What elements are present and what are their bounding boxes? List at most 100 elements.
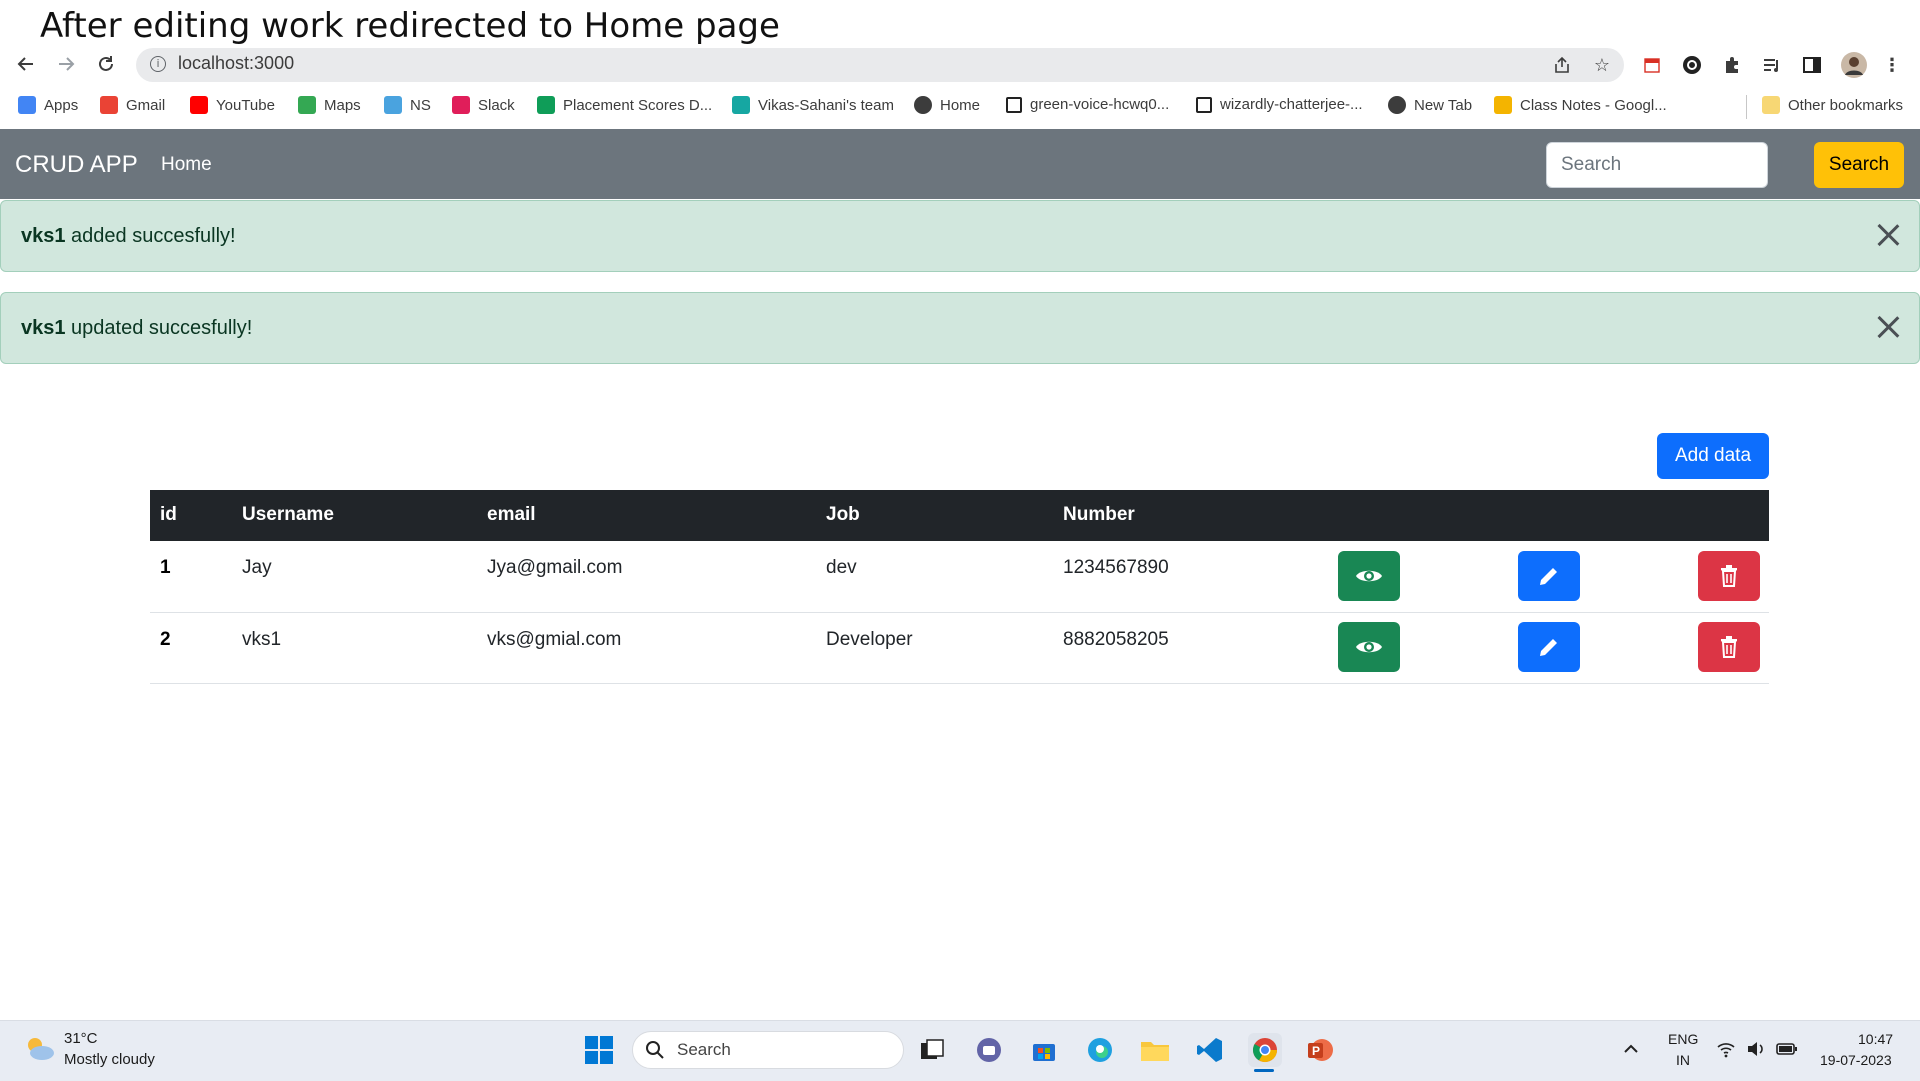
bookmark-item[interactable]: green-voice-hcwq0...: [1006, 96, 1169, 113]
wifi-icon[interactable]: [1716, 1040, 1736, 1058]
delete-button[interactable]: [1698, 622, 1760, 672]
row-divider: [150, 683, 1769, 684]
chrome-icon[interactable]: [1248, 1033, 1282, 1067]
edge-browser-icon[interactable]: [1083, 1033, 1117, 1067]
delete-button[interactable]: [1698, 551, 1760, 601]
cell-username: Jay: [242, 557, 272, 578]
trash-icon: [1721, 636, 1737, 658]
close-icon[interactable]: [1872, 311, 1904, 343]
bookmark-item[interactable]: New Tab: [1388, 96, 1472, 114]
bookmark-favicon-icon: [1006, 96, 1022, 113]
share-icon[interactable]: [1550, 53, 1574, 77]
weather-cloud-icon[interactable]: [22, 1033, 56, 1063]
extension-calendar-icon[interactable]: [1640, 53, 1664, 77]
close-icon[interactable]: [1872, 219, 1904, 251]
clock-time[interactable]: 10:47: [1858, 1031, 1893, 1047]
bookmark-item[interactable]: Class Notes - Googl...: [1494, 96, 1667, 114]
bookmark-item[interactable]: Gmail: [100, 96, 165, 114]
alert-message: updated succesfully!: [65, 317, 253, 339]
bookmark-favicon-icon: [914, 96, 932, 114]
bookmark-favicon-icon: [1494, 96, 1512, 114]
language-line1[interactable]: ENG: [1668, 1031, 1698, 1047]
star-icon[interactable]: ☆: [1590, 53, 1614, 77]
microsoft-store-icon[interactable]: [1027, 1033, 1061, 1067]
alert-message: added succesfully!: [65, 225, 236, 247]
arrow-left-icon: [17, 57, 33, 71]
search-input[interactable]: [1546, 142, 1768, 188]
extension-circle-icon[interactable]: [1680, 53, 1704, 77]
other-bookmarks-label: Other bookmarks: [1788, 96, 1904, 114]
side-panel-icon[interactable]: [1800, 53, 1824, 77]
bookmark-item[interactable]: Slack: [452, 96, 515, 114]
bookmark-label: green-voice-hcwq0...: [1030, 96, 1170, 113]
col-header-id: id: [160, 504, 177, 525]
alert-username: vks1: [21, 225, 66, 247]
bookmark-item[interactable]: Maps: [298, 96, 361, 114]
edit-button[interactable]: [1518, 551, 1580, 601]
alert-updated: [0, 292, 1920, 364]
extensions-puzzle-icon[interactable]: [1720, 53, 1744, 77]
volume-icon[interactable]: [1746, 1040, 1766, 1058]
language-line2[interactable]: IN: [1676, 1052, 1690, 1068]
add-data-button[interactable]: Add data: [1657, 433, 1769, 479]
bookmark-label: NS: [410, 96, 431, 114]
weather-temp[interactable]: 31°C: [64, 1030, 98, 1047]
reading-list-icon[interactable]: [1760, 53, 1784, 77]
bookmark-item[interactable]: Placement Scores D...: [537, 96, 712, 114]
view-button[interactable]: [1338, 551, 1400, 601]
forward-button[interactable]: [52, 50, 80, 78]
col-header-username: Username: [242, 504, 334, 525]
url-text[interactable]: localhost:3000: [178, 53, 294, 74]
taskbar-search[interactable]: [632, 1031, 904, 1069]
bookmark-label: New Tab: [1414, 96, 1473, 114]
chevron-up-icon[interactable]: [1622, 1040, 1640, 1058]
vscode-icon[interactable]: [1193, 1033, 1227, 1067]
col-header-number: Number: [1063, 504, 1135, 525]
other-bookmarks[interactable]: Other bookmarks: [1762, 96, 1903, 114]
bookmark-item[interactable]: Vikas-Sahani's team: [732, 96, 894, 114]
address-bar[interactable]: [136, 48, 1624, 82]
bookmark-item[interactable]: NS: [384, 96, 431, 114]
clock-date[interactable]: 19-07-2023: [1820, 1052, 1892, 1068]
bookmark-item[interactable]: wizardly-chatterjee-...: [1196, 96, 1363, 113]
nav-home-link[interactable]: Home: [161, 154, 212, 176]
site-info-icon[interactable]: i: [150, 56, 166, 72]
powerpoint-icon[interactable]: P: [1303, 1033, 1337, 1067]
bookmark-favicon-icon: [298, 96, 316, 114]
view-button[interactable]: [1338, 622, 1400, 672]
pencil-icon: [1540, 639, 1557, 656]
battery-icon[interactable]: [1776, 1041, 1798, 1057]
profile-avatar[interactable]: [1840, 51, 1868, 79]
back-button[interactable]: [12, 50, 40, 78]
alert-username: vks1: [21, 317, 66, 339]
bookmark-label: wizardly-chatterjee-...: [1220, 96, 1363, 113]
eye-icon: [1356, 570, 1382, 582]
bookmark-item[interactable]: YouTube: [190, 96, 275, 114]
bookmark-label: Placement Scores D...: [563, 96, 713, 114]
edit-button[interactable]: [1518, 622, 1580, 672]
col-header-job: Job: [826, 504, 860, 525]
bookmark-favicon-icon: [190, 96, 208, 114]
bookmark-item[interactable]: Home: [914, 96, 980, 114]
reload-button[interactable]: [92, 50, 120, 78]
bookmark-label: Class Notes - Googl...: [1520, 96, 1667, 114]
browser-menu-icon[interactable]: ⋮: [1880, 53, 1904, 77]
teams-chat-icon[interactable]: [972, 1033, 1006, 1067]
weather-desc[interactable]: Mostly cloudy: [64, 1051, 155, 1068]
taskbar-search-label: Search: [677, 1040, 731, 1059]
file-explorer-icon[interactable]: [1138, 1033, 1172, 1067]
pencil-icon: [1540, 568, 1557, 585]
bookmark-label: Maps: [324, 96, 361, 114]
svg-text:P: P: [1312, 1044, 1320, 1058]
task-view-icon[interactable]: [915, 1033, 949, 1067]
start-windows-icon[interactable]: [584, 1035, 614, 1065]
bookmark-favicon-icon: [452, 96, 470, 114]
bookmark-favicon-icon: [1388, 96, 1406, 114]
alert-updated-text: vks1 updated succesfully!: [21, 317, 252, 340]
search-button[interactable]: Search: [1814, 142, 1904, 188]
app-brand[interactable]: CRUD APP: [15, 151, 138, 179]
bookmark-item[interactable]: Apps: [18, 96, 78, 114]
cell-number: 1234567890: [1063, 557, 1169, 578]
cell-email: vks@gmial.com: [487, 629, 622, 650]
active-app-indicator: [1254, 1069, 1274, 1072]
